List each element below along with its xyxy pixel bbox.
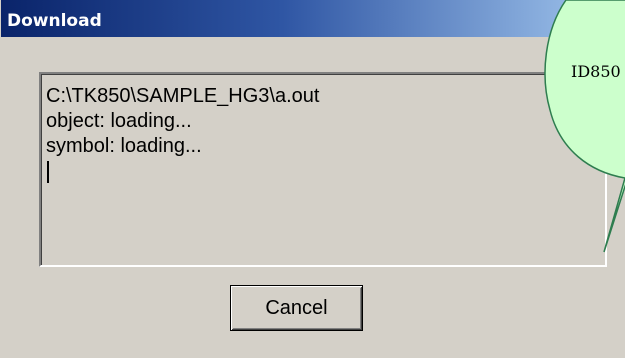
tooltip-text: ID850 — [571, 62, 621, 81]
log-line: C:\TK850\SAMPLE_HG3\a.out — [46, 85, 320, 107]
log-lines: C:\TK850\SAMPLE_HG3\a.out object: loadin… — [46, 84, 319, 159]
text-caret — [47, 161, 49, 183]
download-dialog: Download C:\TK850\SAMPLE_HG3\a.out objec… — [0, 0, 625, 358]
download-log-textbox[interactable]: C:\TK850\SAMPLE_HG3\a.out object: loadin… — [39, 72, 607, 267]
log-line: symbol: loading... — [46, 135, 202, 157]
title-bar[interactable]: Download — [1, 0, 625, 37]
log-line: object: loading... — [46, 110, 192, 132]
window-title: Download — [7, 11, 102, 31]
cancel-button-label: Cancel — [265, 296, 328, 319]
cancel-button[interactable]: Cancel — [230, 285, 363, 331]
